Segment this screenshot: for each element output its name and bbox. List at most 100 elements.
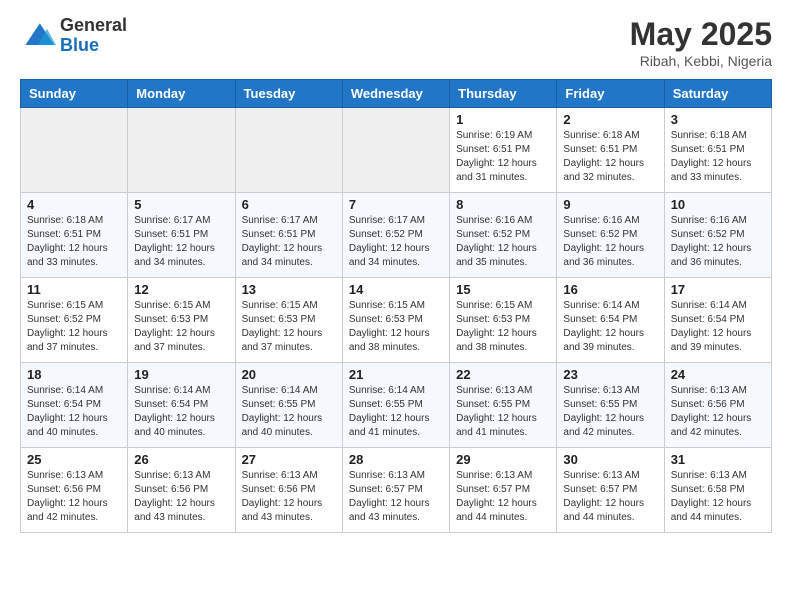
calendar-day-cell: 4Sunrise: 6:18 AM Sunset: 6:51 PM Daylig… <box>21 193 128 278</box>
calendar-header-cell: Sunday <box>21 80 128 108</box>
calendar-day-cell: 5 Sunrise: 6:17 AM Sunset: 6:51 PM Daylig… <box>128 193 235 278</box>
calendar-header-cell: Friday <box>557 80 664 108</box>
day-number: 29 <box>456 452 550 467</box>
calendar-day-cell: 7 Sunrise: 6:17 AM Sunset: 6:52 PM Daylig… <box>342 193 449 278</box>
calendar-day-cell: 23 Sunrise: 6:13 AM Sunset: 6:55 PM Dayli… <box>557 363 664 448</box>
calendar-day-cell: 17 Sunrise: 6:14 AM Sunset: 6:54 PM Dayli… <box>664 278 771 363</box>
day-info: Sunrise: 6:13 AM Sunset: 6:55 PM Dayligh… <box>456 384 550 440</box>
day-info: Sunrise: 6:13 AM Sunset: 6:57 PM Dayligh… <box>563 469 657 525</box>
day-number: 22 <box>456 367 550 382</box>
day-info: Sunrise: 6:15 AM Sunset: 6:53 PM Dayligh… <box>134 299 228 355</box>
day-number: 7 <box>349 197 443 212</box>
calendar-week-row: 18Sunrise: 6:14 AM Sunset: 6:54 PM Dayli… <box>21 363 772 448</box>
day-number: 5 <box>134 197 228 212</box>
day-number: 21 <box>349 367 443 382</box>
title-block: May 2025 Ribah, Kebbi, Nigeria <box>630 16 772 69</box>
calendar-header-cell: Monday <box>128 80 235 108</box>
day-info: Sunrise: 6:13 AM Sunset: 6:56 PM Dayligh… <box>242 469 336 525</box>
day-number: 12 <box>134 282 228 297</box>
calendar-day-cell: 11Sunrise: 6:15 AM Sunset: 6:52 PM Dayli… <box>21 278 128 363</box>
calendar-header-cell: Tuesday <box>235 80 342 108</box>
calendar-day-cell: 1Sunrise: 6:19 AM Sunset: 6:51 PM Daylig… <box>450 108 557 193</box>
day-info: Sunrise: 6:13 AM Sunset: 6:57 PM Dayligh… <box>456 469 550 525</box>
day-info: Sunrise: 6:15 AM Sunset: 6:53 PM Dayligh… <box>349 299 443 355</box>
day-info: Sunrise: 6:18 AM Sunset: 6:51 PM Dayligh… <box>671 129 765 185</box>
calendar-day-cell: 25Sunrise: 6:13 AM Sunset: 6:56 PM Dayli… <box>21 448 128 533</box>
calendar-header-cell: Saturday <box>664 80 771 108</box>
day-number: 27 <box>242 452 336 467</box>
calendar-day-cell: 6 Sunrise: 6:17 AM Sunset: 6:51 PM Daylig… <box>235 193 342 278</box>
page: General Blue May 2025 Ribah, Kebbi, Nige… <box>0 0 792 549</box>
calendar-day-cell: 19 Sunrise: 6:14 AM Sunset: 6:54 PM Dayli… <box>128 363 235 448</box>
calendar-day-cell: 27 Sunrise: 6:13 AM Sunset: 6:56 PM Dayli… <box>235 448 342 533</box>
calendar-day-cell: 12 Sunrise: 6:15 AM Sunset: 6:53 PM Dayli… <box>128 278 235 363</box>
header: General Blue May 2025 Ribah, Kebbi, Nige… <box>20 16 772 69</box>
calendar-table: SundayMondayTuesdayWednesdayThursdayFrid… <box>20 79 772 533</box>
day-number: 14 <box>349 282 443 297</box>
logo-icon <box>20 18 56 54</box>
calendar-day-cell: 16 Sunrise: 6:14 AM Sunset: 6:54 PM Dayli… <box>557 278 664 363</box>
day-info: Sunrise: 6:14 AM Sunset: 6:55 PM Dayligh… <box>242 384 336 440</box>
calendar-week-row: 1Sunrise: 6:19 AM Sunset: 6:51 PM Daylig… <box>21 108 772 193</box>
day-info: Sunrise: 6:14 AM Sunset: 6:54 PM Dayligh… <box>134 384 228 440</box>
day-number: 3 <box>671 112 765 127</box>
day-info: Sunrise: 6:17 AM Sunset: 6:52 PM Dayligh… <box>349 214 443 270</box>
day-info: Sunrise: 6:13 AM Sunset: 6:58 PM Dayligh… <box>671 469 765 525</box>
day-info: Sunrise: 6:13 AM Sunset: 6:56 PM Dayligh… <box>27 469 121 525</box>
calendar-header-cell: Thursday <box>450 80 557 108</box>
location: Ribah, Kebbi, Nigeria <box>630 53 772 69</box>
calendar-week-row: 4Sunrise: 6:18 AM Sunset: 6:51 PM Daylig… <box>21 193 772 278</box>
day-info: Sunrise: 6:17 AM Sunset: 6:51 PM Dayligh… <box>134 214 228 270</box>
calendar-day-cell: 20 Sunrise: 6:14 AM Sunset: 6:55 PM Dayli… <box>235 363 342 448</box>
day-info: Sunrise: 6:14 AM Sunset: 6:54 PM Dayligh… <box>563 299 657 355</box>
day-number: 19 <box>134 367 228 382</box>
day-number: 24 <box>671 367 765 382</box>
calendar-day-cell: 29 Sunrise: 6:13 AM Sunset: 6:57 PM Dayli… <box>450 448 557 533</box>
calendar-header-row: SundayMondayTuesdayWednesdayThursdayFrid… <box>21 80 772 108</box>
calendar-day-cell: 30 Sunrise: 6:13 AM Sunset: 6:57 PM Dayli… <box>557 448 664 533</box>
month-title: May 2025 <box>630 16 772 53</box>
day-info: Sunrise: 6:17 AM Sunset: 6:51 PM Dayligh… <box>242 214 336 270</box>
day-info: Sunrise: 6:14 AM Sunset: 6:54 PM Dayligh… <box>671 299 765 355</box>
calendar-day-cell: 26Sunrise: 6:13 AM Sunset: 6:56 PM Dayli… <box>128 448 235 533</box>
logo: General Blue <box>20 16 127 56</box>
day-number: 30 <box>563 452 657 467</box>
calendar-day-cell <box>235 108 342 193</box>
day-number: 31 <box>671 452 765 467</box>
day-number: 23 <box>563 367 657 382</box>
day-number: 13 <box>242 282 336 297</box>
day-number: 17 <box>671 282 765 297</box>
logo-blue-text: Blue <box>60 36 127 56</box>
calendar-day-cell <box>128 108 235 193</box>
day-number: 6 <box>242 197 336 212</box>
day-info: Sunrise: 6:18 AM Sunset: 6:51 PM Dayligh… <box>27 214 121 270</box>
calendar-day-cell: 8Sunrise: 6:16 AM Sunset: 6:52 PM Daylig… <box>450 193 557 278</box>
logo-general-text: General <box>60 16 127 36</box>
calendar-day-cell: 15 Sunrise: 6:15 AM Sunset: 6:53 PM Dayli… <box>450 278 557 363</box>
day-number: 20 <box>242 367 336 382</box>
calendar-day-cell: 14 Sunrise: 6:15 AM Sunset: 6:53 PM Dayli… <box>342 278 449 363</box>
day-info: Sunrise: 6:16 AM Sunset: 6:52 PM Dayligh… <box>563 214 657 270</box>
day-info: Sunrise: 6:14 AM Sunset: 6:55 PM Dayligh… <box>349 384 443 440</box>
day-info: Sunrise: 6:15 AM Sunset: 6:52 PM Dayligh… <box>27 299 121 355</box>
day-info: Sunrise: 6:15 AM Sunset: 6:53 PM Dayligh… <box>242 299 336 355</box>
day-number: 16 <box>563 282 657 297</box>
day-number: 2 <box>563 112 657 127</box>
calendar-week-row: 11Sunrise: 6:15 AM Sunset: 6:52 PM Dayli… <box>21 278 772 363</box>
calendar-day-cell: 10 Sunrise: 6:16 AM Sunset: 6:52 PM Dayli… <box>664 193 771 278</box>
day-info: Sunrise: 6:15 AM Sunset: 6:53 PM Dayligh… <box>456 299 550 355</box>
day-number: 9 <box>563 197 657 212</box>
day-number: 15 <box>456 282 550 297</box>
day-info: Sunrise: 6:13 AM Sunset: 6:56 PM Dayligh… <box>134 469 228 525</box>
day-number: 1 <box>456 112 550 127</box>
calendar-body: 1Sunrise: 6:19 AM Sunset: 6:51 PM Daylig… <box>21 108 772 533</box>
day-info: Sunrise: 6:16 AM Sunset: 6:52 PM Dayligh… <box>671 214 765 270</box>
day-info: Sunrise: 6:13 AM Sunset: 6:56 PM Dayligh… <box>671 384 765 440</box>
calendar-day-cell <box>342 108 449 193</box>
calendar-day-cell: 24 Sunrise: 6:13 AM Sunset: 6:56 PM Dayli… <box>664 363 771 448</box>
day-info: Sunrise: 6:16 AM Sunset: 6:52 PM Dayligh… <box>456 214 550 270</box>
day-info: Sunrise: 6:18 AM Sunset: 6:51 PM Dayligh… <box>563 129 657 185</box>
day-info: Sunrise: 6:13 AM Sunset: 6:55 PM Dayligh… <box>563 384 657 440</box>
calendar-day-cell: 9 Sunrise: 6:16 AM Sunset: 6:52 PM Daylig… <box>557 193 664 278</box>
day-number: 10 <box>671 197 765 212</box>
